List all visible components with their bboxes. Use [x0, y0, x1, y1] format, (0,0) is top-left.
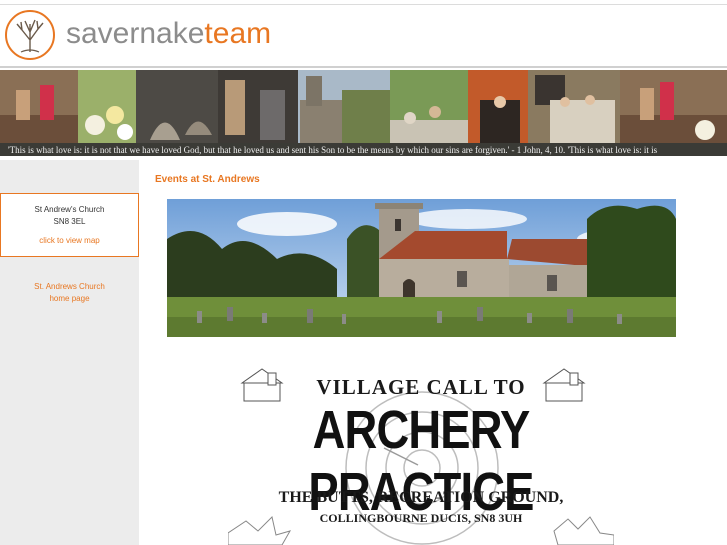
church-photo	[167, 199, 676, 337]
tree-icon[interactable]	[5, 10, 55, 60]
banner-verse: 'This is what love is: it is not that we…	[8, 145, 658, 155]
logo-text-accent: team	[204, 17, 272, 50]
archery-poster: VILLAGE CALL TO ARCHERY PRACTICE THE BUT…	[228, 363, 614, 545]
site-logo-text[interactable]: savernaketeam	[66, 17, 271, 51]
photo-banner: 'This is what love is: it is not that we…	[0, 70, 727, 156]
site-header: savernaketeam	[0, 5, 727, 67]
poster-heading: VILLAGE CALL TO	[316, 375, 526, 399]
church-postcode: SN8 3EL	[53, 217, 86, 226]
church-home-link[interactable]: St. Andrews Church home page	[0, 281, 139, 305]
view-map-link[interactable]: click to view map	[1, 236, 138, 245]
logo-text-primary: savernake	[66, 17, 205, 50]
poster-venue: THE BUTTS, RECREATION GROUND,	[278, 489, 564, 506]
church-home-link-line1[interactable]: St. Andrews Church	[0, 281, 139, 293]
church-home-link-line2[interactable]: home page	[0, 293, 139, 305]
page-title: Events at St. Andrews	[155, 174, 260, 185]
church-name: St Andrew's Church	[34, 205, 105, 214]
church-map-box[interactable]: St Andrew's Church SN8 3EL click to view…	[0, 193, 139, 257]
poster-address: COLLINGBOURNE DUCIS, SN8 3UH	[319, 511, 523, 525]
header-rule	[0, 66, 727, 68]
